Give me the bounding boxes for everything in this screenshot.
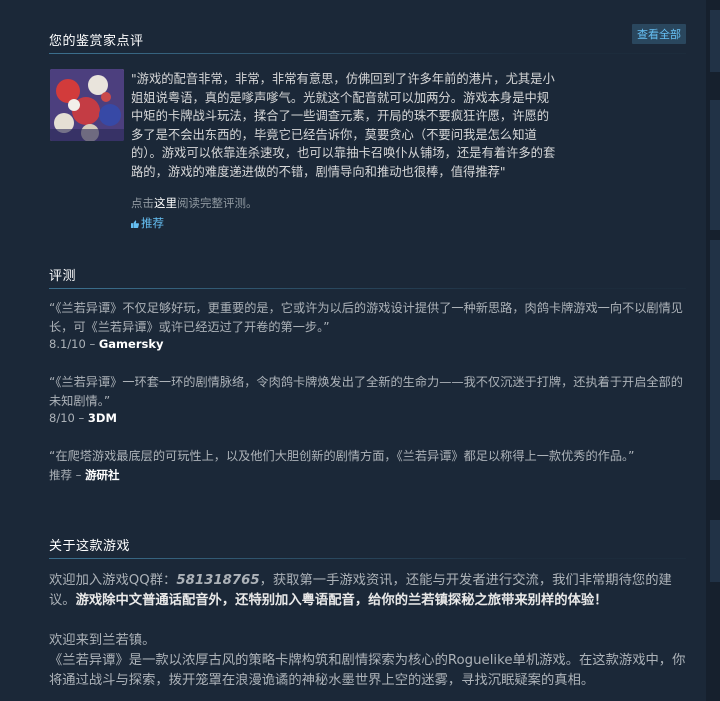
recommend-label: 推荐 [141,216,164,230]
review-outlet[interactable]: 3DM [88,411,117,425]
review-list: “《兰若异谭》不仅足够好玩，更重要的是，它或许为以后的游戏设计提供了一种新思路，… [49,299,686,483]
welcome-line: 欢迎来到兰若镇。 [49,633,156,648]
curator-avatar[interactable] [50,69,124,141]
review-outlet[interactable]: 游研社 [85,468,120,482]
reviews-section-title: 评测 [49,265,686,289]
edge-card [710,10,720,72]
about-section-title: 关于这款游戏 [49,535,686,559]
edge-card [710,520,720,582]
review-quote: “《兰若异谭》不仅足够好玩，更重要的是，它或许为以后的游戏设计提供了一种新思路，… [49,301,683,334]
view-all-button[interactable]: 查看全部 [632,24,686,44]
game-intro: 《兰若异谭》是一款以浓厚古风的策略卡牌构筑和剧情探索为核心的Roguelike单… [49,653,686,688]
review-outlet[interactable]: Gamersky [99,337,164,351]
reviews-section: 评测 “《兰若异谭》不仅足够好玩，更重要的是，它或许为以后的游戏设计提供了一种新… [49,265,686,505]
read-more-prefix: 点击 [131,196,154,210]
read-more-suffix: 阅读完整评测。 [177,196,258,210]
curator-section-title: 您的鉴赏家点评 [49,30,686,54]
recommend-badge: 推荐 [131,215,164,231]
about-paragraph: 欢迎加入游戏QQ群：581318765，获取第一手游戏资讯，还能与开发者进行交流… [49,571,686,611]
review-quote: “《兰若异谭》一环套一环的剧情脉络，令肉鸽卡牌焕发出了全新的生命力——我不仅沉迷… [49,375,683,408]
curator-avatar-image [50,69,124,141]
review-item: “在爬塔游戏最底层的可玩性上，以及他们大胆创新的剧情方面，《兰若异谭》都足以称得… [49,447,686,483]
right-edge-strip [706,0,720,701]
review-source: 推荐 – 游研社 [49,467,686,483]
review-score: 推荐 – [49,467,86,482]
about-section: 关于这款游戏 欢迎加入游戏QQ群：581318765，获取第一手游戏资讯，还能与… [49,535,686,701]
curator-review: "游戏的配音非常，非常，非常有意思，仿佛回到了许多年前的港片，尤其是小姐姐说粤语… [49,66,686,234]
review-source: 8/10 – 3DM [49,411,686,425]
review-score: 8.1/10 – [49,337,99,351]
edge-card [710,100,720,230]
review-item: “《兰若异谭》不仅足够好玩，更重要的是，它或许为以后的游戏设计提供了一种新思路，… [49,299,686,351]
qq-number: 581318765 [176,573,260,588]
about-paragraph: 欢迎来到兰若镇。《兰若异谭》是一款以浓厚古风的策略卡牌构筑和剧情探索为核心的Ro… [49,631,686,691]
review-item: “《兰若异谭》一环套一环的剧情脉络，令肉鸽卡牌焕发出了全新的生命力——我不仅沉迷… [49,373,686,425]
voice-highlight: 游戏除中文普通话配音外，还特别加入粤语配音，给你的兰若镇探秘之旅带来别样的体验！ [75,593,608,608]
review-source: 8.1/10 – Gamersky [49,337,686,351]
curator-quote: "游戏的配音非常，非常，非常有意思，仿佛回到了许多年前的港片，尤其是小姐姐说粤语… [131,72,556,179]
review-quote: “在爬塔游戏最底层的可玩性上，以及他们大胆创新的剧情方面，《兰若异谭》都足以称得… [49,449,635,463]
read-more-link[interactable]: 这里 [154,196,177,210]
review-score: 8/10 – [49,411,88,425]
about-description: 欢迎加入游戏QQ群：581318765，获取第一手游戏资讯，还能与开发者进行交流… [49,571,686,691]
qq-prefix: 欢迎加入游戏QQ群： [49,573,177,588]
edge-card [710,240,720,480]
curator-section: 您的鉴赏家点评 查看全部 "游戏的配音非常，非常，非常有意思，仿佛回到了许多年前… [49,24,686,234]
read-full-review: 点击这里阅读完整评测。 [131,195,258,211]
thumbs-up-icon [131,220,139,228]
store-page: 您的鉴赏家点评 查看全部 "游戏的配音非常，非常，非常有意思，仿佛回到了许多年前… [0,0,720,701]
